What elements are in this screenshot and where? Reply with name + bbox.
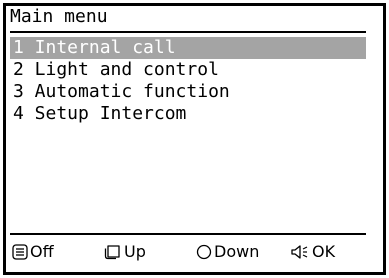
title-divider: [10, 31, 366, 33]
softkey-off[interactable]: Off: [12, 241, 54, 263]
speaker-key-icon: [291, 245, 308, 259]
softkey-up[interactable]: Up: [104, 241, 146, 263]
menu-list: 1 Internal call 2 Light and control 3 Au…: [10, 37, 366, 125]
menu-item-setup-intercom[interactable]: 4 Setup Intercom: [10, 103, 366, 125]
menu-item-internal-call[interactable]: 1 Internal call: [10, 37, 366, 59]
menu-title: Main menu: [10, 6, 108, 27]
softkey-ok[interactable]: OK: [290, 241, 335, 263]
round-key-icon: [196, 244, 212, 260]
menu-list-icon: [12, 244, 28, 260]
menu-item-automatic-function[interactable]: 3 Automatic function: [10, 81, 366, 103]
softkey-up-label: Up: [124, 242, 146, 261]
softkey-down[interactable]: Down: [196, 241, 259, 263]
softkey-divider: [10, 233, 366, 235]
softkey-ok-label: OK: [312, 242, 336, 261]
softkey-off-label: Off: [30, 242, 54, 261]
softkey-down-label: Down: [214, 242, 260, 261]
menu-item-light-and-control[interactable]: 2 Light and control: [10, 59, 366, 81]
square-key-icon: [104, 245, 120, 260]
